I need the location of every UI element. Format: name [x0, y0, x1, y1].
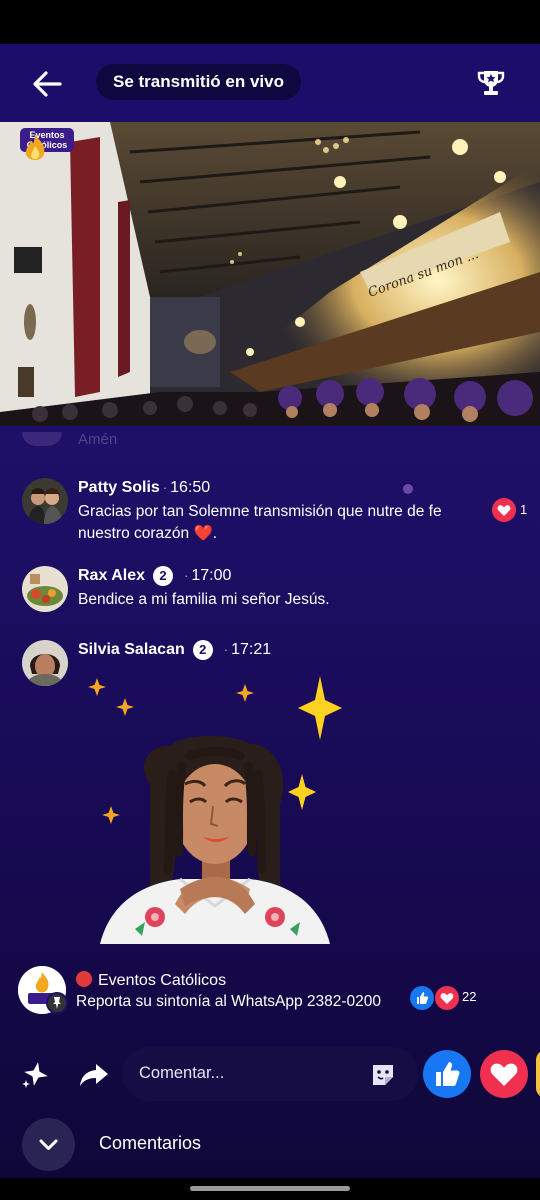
- comments-label[interactable]: Comentarios: [99, 1133, 201, 1154]
- back-button[interactable]: [26, 62, 70, 106]
- level-badge: 2: [192, 640, 213, 660]
- live-replay-screen: Se transmitió en vivo Corona su mon ... …: [0, 44, 540, 1178]
- pinned-reactions[interactable]: 22: [410, 986, 490, 1010]
- comment-time: 17:00: [191, 567, 232, 584]
- trophy-icon: [477, 71, 505, 95]
- procession-video-frame: Corona su mon ...: [0, 122, 540, 426]
- share-icon: [80, 1064, 108, 1086]
- trophy-button[interactable]: [477, 68, 505, 98]
- comment-time: 16:50: [170, 479, 211, 496]
- comment-item[interactable]: Rax Alex 2 · 17:00 Bendice a mi familia mi …: [22, 566, 522, 622]
- flame-icon: [25, 134, 45, 160]
- more-reactions-button[interactable]: [536, 1050, 540, 1098]
- pinned-comment[interactable]: Eventos Católicos Reporta su sintonía al…: [18, 964, 528, 1020]
- love-button[interactable]: [480, 1050, 528, 1098]
- collapse-button[interactable]: [22, 1118, 75, 1171]
- pin-icon: [46, 992, 68, 1014]
- channel-logo: Eventos Católicos: [20, 128, 74, 190]
- sticker-icon: [373, 1065, 393, 1085]
- profile-photo: [22, 640, 68, 686]
- live-icon: [76, 971, 92, 987]
- like-reaction-icon: [410, 986, 434, 1010]
- status-bar: [0, 0, 540, 44]
- reaction-count: 22: [462, 989, 477, 1004]
- top-bar: Se transmitió en vivo: [0, 44, 540, 122]
- pinned-header: Eventos Católicos: [76, 971, 226, 990]
- avatar[interactable]: [22, 640, 68, 686]
- comment-item[interactable]: Patty Solis · 16:50 Gracias por tan Solemn…: [22, 478, 527, 548]
- system-nav-bar: [0, 1178, 540, 1200]
- indicator-dot: [403, 484, 413, 494]
- profile-photo: [22, 478, 68, 524]
- profile-photo: [22, 566, 68, 612]
- pinned-author[interactable]: Eventos Católicos: [98, 972, 226, 989]
- avatar: [22, 432, 62, 446]
- comment-author[interactable]: Patty Solis: [78, 479, 160, 496]
- faded-comment-text: Amén: [78, 431, 118, 448]
- avatar-sticker: [80, 674, 350, 944]
- level-badge: 2: [153, 566, 173, 586]
- comment-header: Patty Solis · 16:50: [78, 479, 211, 496]
- comment-text: Bendice a mi familia mi señor Jesús.: [78, 591, 330, 608]
- faded-comment: Amén: [22, 430, 322, 452]
- reaction-count: 1: [520, 502, 528, 517]
- heart-icon: [490, 1063, 518, 1086]
- thumbs-up-icon: [436, 1062, 460, 1086]
- live-status-pill: Se transmitió en vivo: [96, 64, 301, 100]
- video-player[interactable]: Corona su mon ... Eventos Católicos: [0, 122, 540, 426]
- arrow-left-icon: [33, 71, 62, 97]
- comment-text: Gracias por tan Solemne transmisión que …: [78, 503, 442, 542]
- comment-reaction[interactable]: 1: [492, 498, 532, 522]
- comments-footer: Comentarios: [0, 1112, 540, 1178]
- stars-icon: [22, 1062, 48, 1088]
- comment-author[interactable]: Silvia Salacan: [78, 641, 185, 658]
- home-indicator[interactable]: [190, 1186, 350, 1191]
- stars-button[interactable]: [20, 1058, 52, 1090]
- heart-reaction-icon: [435, 986, 459, 1010]
- pinned-text: Reporta su sintonía al WhatsApp 2382-020…: [76, 993, 382, 1010]
- comment-author[interactable]: Rax Alex: [78, 567, 145, 584]
- share-button[interactable]: [78, 1058, 110, 1090]
- comment-placeholder: Comentar...: [139, 1064, 225, 1082]
- chevron-down-icon: [39, 1139, 58, 1150]
- comment-composer: Comentar...: [0, 1044, 540, 1104]
- comment-header: Rax Alex 2 · 17:00: [78, 566, 232, 586]
- comment-header: Silvia Salacan 2 · 17:21: [78, 640, 272, 660]
- like-button[interactable]: [423, 1050, 471, 1098]
- avatar[interactable]: [22, 478, 68, 524]
- heart-reaction-icon: [492, 498, 516, 522]
- comment-time: 17:21: [231, 641, 272, 658]
- avatar[interactable]: [22, 566, 68, 612]
- sticker-button[interactable]: [368, 1060, 398, 1090]
- comment-input[interactable]: Comentar...: [122, 1047, 418, 1101]
